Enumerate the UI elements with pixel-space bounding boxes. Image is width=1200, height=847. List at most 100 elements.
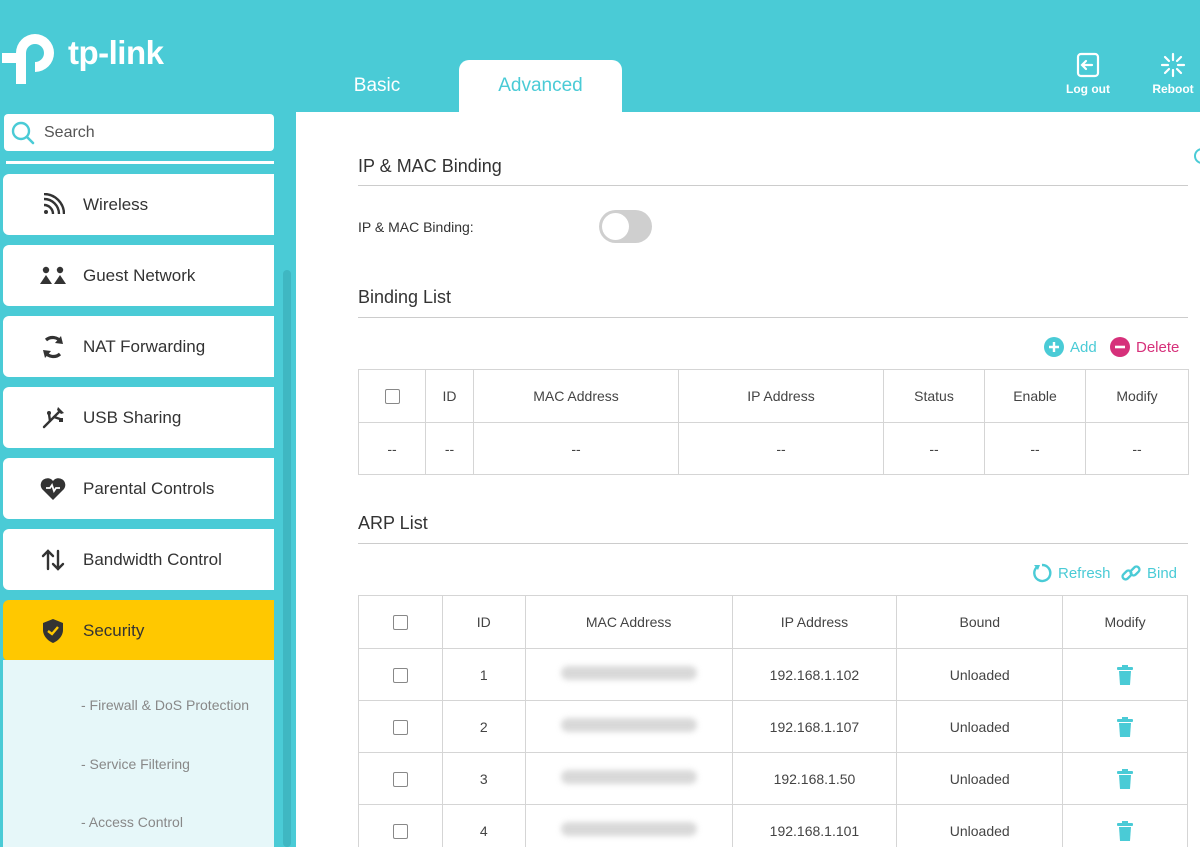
select-all-cell <box>358 595 443 649</box>
add-button[interactable]: Add <box>1044 337 1097 357</box>
table-row: 2 192.168.1.107 Unloaded <box>358 700 1188 753</box>
section-divider <box>358 185 1188 186</box>
refresh-button[interactable]: Refresh <box>1032 563 1111 583</box>
row-checkbox[interactable] <box>392 823 408 839</box>
mac-cell <box>524 752 733 805</box>
row-select-cell <box>358 700 443 753</box>
mac-cell <box>524 648 733 701</box>
tab-basic[interactable]: Basic <box>322 60 432 112</box>
section-title-ip-mac-binding: IP & MAC Binding <box>358 156 502 176</box>
sidebar-item-bandwidth-control[interactable]: Bandwidth Control <box>3 529 274 590</box>
sidebar-item-security[interactable]: Security <box>3 600 274 661</box>
blurred-mac-address <box>560 718 697 732</box>
modify-cell <box>1062 804 1188 847</box>
logout-icon <box>1076 52 1100 78</box>
top-header: tp-link Basic Advanced Log out Reboot <box>0 0 1200 112</box>
refresh-icon <box>1033 563 1052 583</box>
table-header-row: ID MAC Address IP Address Bound Modify <box>358 595 1188 649</box>
tp-link-logo-icon <box>2 34 54 84</box>
logo-text: tp-link <box>68 34 164 71</box>
section-title-arp-list: ARP List <box>358 513 428 533</box>
sidebar: Search Wireless Guest Network NAT Forwar… <box>0 112 296 847</box>
search-input[interactable]: Search <box>4 114 274 151</box>
tp-link-logo: tp-link <box>2 26 164 88</box>
section-divider <box>358 317 1188 318</box>
select-all-checkbox[interactable] <box>392 615 408 631</box>
reboot-button[interactable]: Reboot <box>1143 52 1200 96</box>
bind-button[interactable]: Bind <box>1121 563 1177 583</box>
trash-icon[interactable] <box>1117 664 1134 685</box>
sidebar-scrollbar[interactable] <box>283 270 291 847</box>
help-icon[interactable] <box>1194 148 1200 164</box>
sidebar-item-wireless[interactable]: Wireless <box>3 174 274 235</box>
column-header: IP Address <box>678 369 884 423</box>
arp-list-table: ID MAC Address IP Address Bound Modify 1… <box>358 595 1188 847</box>
sidebar-item-label: Parental Controls <box>83 478 215 498</box>
trash-icon[interactable] <box>1117 768 1134 789</box>
table-row: 4 192.168.1.101 Unloaded <box>358 804 1188 847</box>
ip-cell: 192.168.1.101 <box>731 804 898 847</box>
submenu-item-access-control[interactable]: - Access Control <box>81 814 183 830</box>
table-cell: -- <box>678 422 884 475</box>
refresh-label: Refresh <box>1058 564 1111 582</box>
delete-button[interactable]: Delete <box>1110 337 1179 357</box>
logout-button[interactable]: Log out <box>1058 52 1118 96</box>
sidebar-item-label: Wireless <box>83 194 149 214</box>
submenu-item-firewall[interactable]: - Firewall & DoS Protection <box>81 697 249 713</box>
blurred-mac-address <box>560 770 697 784</box>
binding-list-table: ID MAC Address IP Address Status Enable … <box>358 369 1189 475</box>
modify-cell <box>1062 648 1188 701</box>
table-row: 1 192.168.1.102 Unloaded <box>358 648 1188 701</box>
sidebar-item-guest-network[interactable]: Guest Network <box>3 245 274 306</box>
id-cell: 3 <box>441 752 526 805</box>
row-checkbox[interactable] <box>392 719 408 735</box>
trash-icon[interactable] <box>1117 820 1134 841</box>
row-checkbox[interactable] <box>392 771 408 787</box>
add-label: Add <box>1070 338 1097 356</box>
table-row: -- -- -- -- -- -- -- <box>358 422 1189 475</box>
select-all-checkbox[interactable] <box>384 389 400 405</box>
usb-icon <box>37 402 69 434</box>
sidebar-item-label: USB Sharing <box>83 407 182 427</box>
toggle-knob <box>602 213 629 240</box>
reboot-icon <box>1160 52 1186 78</box>
bound-cell: Unloaded <box>896 700 1064 753</box>
row-checkbox[interactable] <box>392 667 408 683</box>
trash-icon[interactable] <box>1117 716 1134 737</box>
plus-circle-icon <box>1044 337 1064 357</box>
shield-icon <box>37 615 69 647</box>
column-header: Modify <box>1085 369 1189 423</box>
column-header: Status <box>883 369 985 423</box>
mac-cell <box>524 700 733 753</box>
bound-cell: Unloaded <box>896 804 1064 847</box>
sidebar-item-parental-controls[interactable]: Parental Controls <box>3 458 274 519</box>
bind-label: Bind <box>1147 564 1178 582</box>
table-cell: -- <box>883 422 985 475</box>
section-divider <box>358 543 1188 544</box>
column-header: MAC Address <box>524 595 733 649</box>
id-cell: 1 <box>441 648 526 701</box>
submenu-item-service-filtering[interactable]: - Service Filtering <box>81 756 190 772</box>
bound-cell: Unloaded <box>896 752 1064 805</box>
security-submenu: - Firewall & DoS Protection - Service Fi… <box>3 660 274 847</box>
column-header: IP Address <box>731 595 898 649</box>
row-select-cell <box>358 648 443 701</box>
sidebar-divider <box>6 161 274 164</box>
column-header: Bound <box>896 595 1064 649</box>
sidebar-item-nat-forwarding[interactable]: NAT Forwarding <box>3 316 274 377</box>
table-cell: -- <box>1085 422 1189 475</box>
column-header: Enable <box>984 369 1086 423</box>
ip-mac-binding-toggle[interactable] <box>599 210 652 243</box>
row-select-cell <box>358 804 443 847</box>
id-cell: 4 <box>441 804 526 847</box>
minus-circle-icon <box>1110 337 1130 357</box>
sidebar-item-usb-sharing[interactable]: USB Sharing <box>3 387 274 448</box>
table-header-row: ID MAC Address IP Address Status Enable … <box>358 369 1189 423</box>
blurred-mac-address <box>560 822 697 836</box>
link-icon <box>1121 565 1141 581</box>
blurred-mac-address <box>560 666 697 680</box>
logout-label: Log out <box>1066 82 1110 96</box>
table-cell: -- <box>358 422 426 475</box>
tab-advanced[interactable]: Advanced <box>459 60 622 112</box>
mac-cell <box>524 804 733 847</box>
